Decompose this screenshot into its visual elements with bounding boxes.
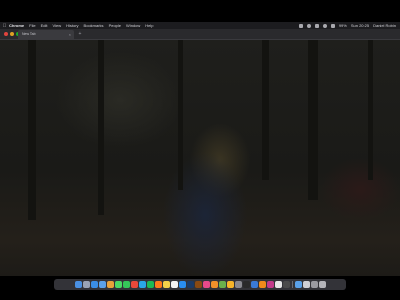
- menu-history[interactable]: History: [66, 23, 78, 28]
- menu-view[interactable]: View: [52, 23, 61, 28]
- skype-icon[interactable]: [138, 281, 146, 288]
- apple-logo-icon[interactable]: : [0, 23, 9, 29]
- photoshop-icon[interactable]: [186, 281, 194, 288]
- tree-trunk: [178, 40, 183, 190]
- screen-bezel-top: [0, 0, 400, 22]
- photos-icon[interactable]: [106, 281, 114, 288]
- dock-separator: [291, 281, 293, 288]
- maps-icon[interactable]: [218, 281, 226, 288]
- menu-edit[interactable]: Edit: [41, 23, 48, 28]
- affinity-icon[interactable]: [266, 281, 274, 288]
- screen-bezel-bottom: [0, 292, 400, 300]
- tree-trunk: [262, 40, 269, 180]
- vlc-icon[interactable]: [258, 281, 266, 288]
- app-store-icon[interactable]: [178, 281, 186, 288]
- downloads-folder-icon[interactable]: [294, 281, 302, 288]
- textedit-icon[interactable]: [274, 281, 282, 288]
- system-preferences-icon[interactable]: [234, 281, 242, 288]
- menu-window[interactable]: Window: [126, 23, 140, 28]
- menu-bookmarks[interactable]: Bookmarks: [84, 23, 104, 28]
- launchpad-icon[interactable]: [82, 281, 90, 288]
- messages-icon[interactable]: [114, 281, 122, 288]
- menu-file[interactable]: File: [29, 23, 35, 28]
- wifi-icon[interactable]: [322, 23, 327, 28]
- activity-monitor-icon[interactable]: [282, 281, 290, 288]
- bluetooth-icon[interactable]: [314, 23, 319, 28]
- battery-percent[interactable]: 99%: [339, 23, 347, 28]
- dock: [54, 279, 346, 290]
- tab-close-icon[interactable]: ×: [69, 30, 71, 39]
- safari-icon[interactable]: [90, 281, 98, 288]
- volume-icon[interactable]: [330, 23, 335, 28]
- tree-trunk: [308, 40, 318, 200]
- xcode-icon[interactable]: [250, 281, 258, 288]
- menu-help[interactable]: Help: [145, 23, 153, 28]
- sketch-icon[interactable]: [226, 281, 234, 288]
- itunes-icon[interactable]: [202, 281, 210, 288]
- spotify-icon[interactable]: [146, 281, 154, 288]
- menu-people[interactable]: People: [109, 23, 121, 28]
- calendar-icon[interactable]: [170, 281, 178, 288]
- minimize-window-button[interactable]: [10, 32, 14, 36]
- mail-icon[interactable]: [98, 281, 106, 288]
- dropbox-icon[interactable]: [298, 23, 303, 28]
- tab-new-tab[interactable]: New Tab ×: [18, 30, 74, 39]
- tree-trunk: [28, 40, 36, 220]
- menu-clock[interactable]: Sun 20:25: [351, 23, 369, 28]
- facetime-icon[interactable]: [122, 281, 130, 288]
- illustrator-icon[interactable]: [194, 281, 202, 288]
- browser-tab-strip: New Tab × +: [0, 29, 400, 40]
- menu-bar:  Chrome File Edit View History Bookmark…: [0, 22, 400, 29]
- browser-page-background: [0, 40, 400, 276]
- tree-trunk: [368, 40, 373, 180]
- close-window-button[interactable]: [4, 32, 8, 36]
- tree-trunk: [98, 40, 104, 215]
- cloud-icon[interactable]: [306, 23, 311, 28]
- new-tab-button[interactable]: +: [77, 31, 83, 37]
- menu-user-name[interactable]: Daniel Robin: [373, 23, 396, 28]
- books-icon[interactable]: [210, 281, 218, 288]
- trash-icon[interactable]: [318, 281, 326, 288]
- documents-stack-icon[interactable]: [302, 281, 310, 288]
- chrome-icon[interactable]: [130, 281, 138, 288]
- notes-icon[interactable]: [162, 281, 170, 288]
- finder-icon[interactable]: [74, 281, 82, 288]
- screenshot-stack-icon[interactable]: [310, 281, 318, 288]
- menu-app-name[interactable]: Chrome: [9, 23, 24, 28]
- tab-title: New Tab: [22, 32, 36, 36]
- firefox-icon[interactable]: [154, 281, 162, 288]
- terminal-icon[interactable]: [242, 281, 250, 288]
